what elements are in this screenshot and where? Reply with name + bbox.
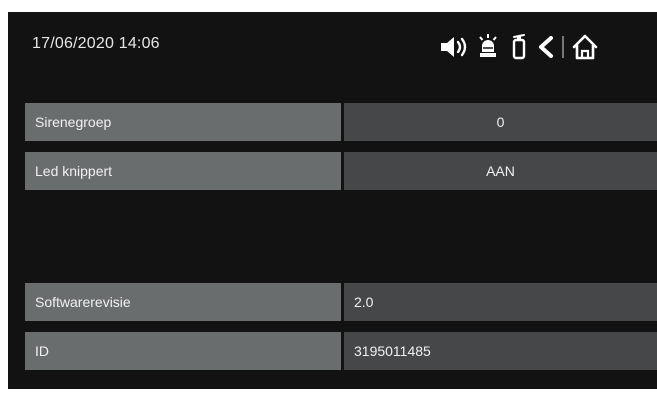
info-value: 2.0 bbox=[344, 283, 657, 321]
setting-label: Sirenegroep bbox=[25, 103, 341, 141]
setting-row-led-knippert[interactable]: Led knippert AAN bbox=[25, 152, 657, 190]
back-icon[interactable] bbox=[536, 32, 556, 62]
info-label: ID bbox=[25, 332, 341, 370]
fire-extinguisher-icon[interactable] bbox=[508, 32, 530, 62]
setting-value-field[interactable]: 0 bbox=[344, 103, 657, 141]
alarm-beacon-icon[interactable] bbox=[476, 32, 500, 62]
setting-row-sirenegroep[interactable]: Sirenegroep 0 bbox=[25, 103, 657, 141]
info-label: Softwarerevisie bbox=[25, 283, 341, 321]
info-row-softwarerevisie: Softwarerevisie 2.0 bbox=[25, 283, 657, 321]
home-icon[interactable] bbox=[570, 32, 600, 62]
speaker-icon[interactable] bbox=[438, 32, 470, 62]
setting-label: Led knippert bbox=[25, 152, 341, 190]
moon-icon[interactable] bbox=[408, 32, 432, 62]
device-screen: 17/06/2020 14:06 Sirenegroep 0 Led knipp… bbox=[8, 12, 657, 389]
datetime-display: 17/06/2020 14:06 bbox=[32, 35, 160, 52]
info-row-id: ID 3195011485 bbox=[25, 332, 657, 370]
info-value: 3195011485 bbox=[344, 332, 657, 370]
setting-value-field[interactable]: AAN bbox=[344, 152, 657, 190]
icon-divider bbox=[560, 32, 566, 62]
